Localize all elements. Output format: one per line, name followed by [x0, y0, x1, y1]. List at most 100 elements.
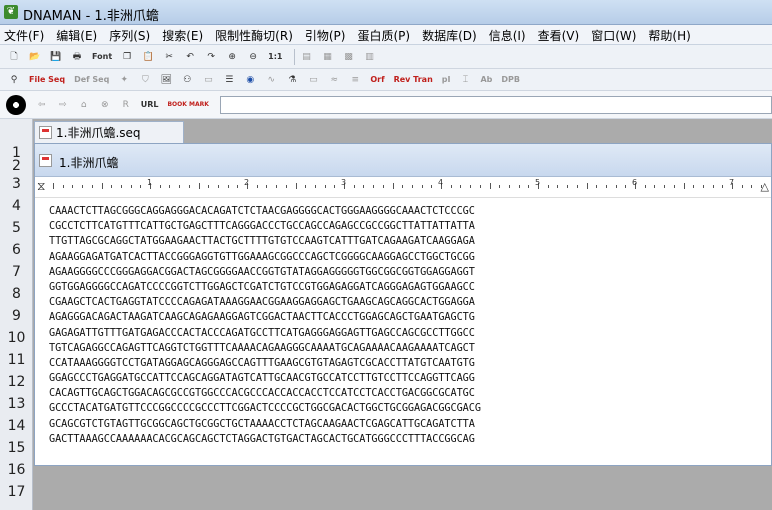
line-number: 12	[7, 374, 26, 390]
address-input[interactable]	[219, 95, 772, 114]
cut-icon[interactable]: ✂	[161, 49, 177, 65]
ruler-tick	[673, 185, 675, 188]
grid-icon[interactable]: ▥	[362, 49, 378, 65]
window-titlebar: ❦ DNAMAN - 1.非洲爪蟾	[0, 0, 772, 25]
orf-button[interactable]: Orf	[368, 72, 386, 88]
line-number: 3	[12, 176, 21, 192]
bookmark-button[interactable]: BOOK MARK	[165, 97, 210, 113]
image-icon[interactable]: 🖼	[158, 72, 174, 88]
menu-edit[interactable]: 编辑(E)	[50, 25, 103, 45]
tree-icon[interactable]: ▦	[320, 49, 336, 65]
ruler-tick	[266, 185, 268, 188]
line-number: 6	[12, 242, 21, 258]
ruler-tick	[518, 185, 520, 188]
dnaman-app-icon: ❦	[4, 5, 18, 19]
back-arrow-icon[interactable]: ⇦	[34, 97, 50, 113]
prot-digest-icon[interactable]: ⌶	[457, 72, 473, 88]
pi-button[interactable]: pI	[440, 72, 453, 88]
ruler-tick	[528, 185, 530, 188]
ruler-tick	[557, 185, 559, 188]
ruler-number: 3	[341, 178, 347, 187]
forward-arrow-icon[interactable]: ⇨	[55, 97, 71, 113]
ruler-tick	[169, 185, 171, 188]
toolbar-separator	[293, 48, 295, 65]
sequence-text-area[interactable]: CAAACTCTTAGCGGGCAGGAGGGACACAGATCTCTAACGA…	[49, 204, 769, 447]
refresh-button[interactable]: R	[118, 97, 134, 113]
font-button[interactable]: Font	[90, 49, 114, 65]
menu-primer[interactable]: 引物(P)	[299, 25, 352, 45]
line-number: 15	[7, 440, 26, 456]
globe-icon[interactable]	[6, 94, 26, 115]
ruler-tick	[120, 185, 122, 188]
copy-icon[interactable]: ❐	[119, 49, 135, 65]
zoom-reset-button[interactable]: 1:1	[266, 49, 284, 65]
menu-info[interactable]: 信息(I)	[483, 25, 532, 45]
sequence-line: AGAGGGACAGACTAAGATCAAGCAGAGAAGGAGTCGGACT…	[49, 312, 475, 324]
ruler-tick	[217, 185, 219, 188]
sequence-line: CAAACTCTTAGCGGGCAGGAGGGACACAGATCTCTAACGA…	[49, 206, 475, 217]
line-number: 5	[12, 220, 21, 236]
dpb-button[interactable]: DPB	[499, 72, 522, 88]
filter-icon[interactable]: ✦	[116, 72, 132, 88]
enzyme-icon[interactable]: ⚗	[284, 72, 300, 88]
file-seq-button[interactable]: File Seq	[27, 72, 67, 88]
home-icon[interactable]: ⌂	[76, 97, 92, 113]
ruler-tick	[353, 185, 355, 188]
redo-icon[interactable]: ↷	[203, 49, 219, 65]
print-icon[interactable]: 🖶	[69, 49, 85, 65]
ruler-tick	[295, 183, 297, 189]
ruler-left-indent-marker[interactable]: ⧖	[37, 179, 45, 194]
menu-view[interactable]: 查看(V)	[532, 25, 586, 45]
ruler-icon[interactable]: ▭	[200, 72, 216, 88]
open-folder-icon[interactable]: 📂	[27, 49, 43, 65]
sequence-document-window: 1.非洲爪蟾 ⧖ △ 1234567 CAAACTCTTAGCGGGCAGGAG…	[34, 143, 772, 466]
seq-file-icon	[39, 126, 52, 139]
rev-tran-button[interactable]: Rev Tran	[392, 72, 435, 88]
menu-protein[interactable]: 蛋白质(P)	[351, 25, 416, 45]
new-file-icon[interactable]: 🗋	[6, 49, 22, 65]
ruler-tick	[140, 185, 142, 188]
zoom-out-icon[interactable]: ⊖	[245, 49, 261, 65]
list-icon[interactable]: ☰	[221, 72, 237, 88]
ruler-tick	[479, 185, 481, 188]
undo-icon[interactable]: ↶	[182, 49, 198, 65]
rna-icon[interactable]: ≈	[326, 72, 342, 88]
menu-sequence[interactable]: 序列(S)	[103, 25, 156, 45]
menu-restriction[interactable]: 限制性酶切(R)	[209, 25, 299, 45]
url-button[interactable]: URL	[139, 97, 161, 113]
matrix-icon[interactable]: ▩	[341, 49, 357, 65]
pin-icon[interactable]: ⚲	[6, 72, 22, 88]
ruler-tick	[101, 183, 103, 189]
menu-file[interactable]: 文件(F)	[0, 25, 50, 45]
ruler-number: 2	[244, 178, 250, 187]
sequence-line: CGAAGCTCACTGAGGTATCCCCAGAGATAAAGGAACGGAA…	[49, 297, 475, 309]
menu-search[interactable]: 搜索(E)	[156, 25, 209, 45]
paste-icon[interactable]: 📋	[140, 49, 156, 65]
ruler-tick	[402, 185, 404, 188]
stop-icon[interactable]: ⊗	[97, 97, 113, 113]
ab-button[interactable]: Ab	[478, 72, 494, 88]
line-number: 8	[12, 286, 21, 302]
menu-help[interactable]: 帮助(H)	[642, 25, 696, 45]
align-icon[interactable]: ▤	[299, 49, 315, 65]
menu-database[interactable]: 数据库(D)	[416, 25, 483, 45]
binoculars-icon[interactable]: ⚇	[179, 72, 195, 88]
ruler-tick	[179, 185, 181, 188]
seq-stat-icon[interactable]: ∿	[263, 72, 279, 88]
funnel-icon[interactable]: ⛉	[137, 72, 153, 88]
file-tab[interactable]: 1.非洲爪蟾.seq	[34, 121, 184, 143]
ruler-tick	[460, 185, 462, 188]
sequence-line: TGTCAGAGGCCAGAGTTCAGGTCTGGTTTCAAAACAGAAG…	[49, 342, 475, 354]
menu-window[interactable]: 窗口(W)	[585, 25, 642, 45]
circle-map-icon[interactable]: ◉	[242, 72, 258, 88]
sequence-line: AGAAGGGGCCCGGGAGGACGGACTAGCGGGGAACCGGTGT…	[49, 266, 475, 278]
frame-icon[interactable]: ▭	[305, 72, 321, 88]
tran-view-icon[interactable]: ≡	[347, 72, 363, 88]
ruler[interactable]: ⧖ △ 1234567	[35, 177, 771, 198]
ruler-tick	[130, 185, 132, 188]
zoom-in-icon[interactable]: ⊕	[224, 49, 240, 65]
ruler-tick	[276, 185, 278, 188]
def-seq-button[interactable]: Def Seq	[72, 72, 111, 88]
ruler-tick	[111, 185, 113, 188]
save-icon[interactable]: 💾	[48, 49, 64, 65]
